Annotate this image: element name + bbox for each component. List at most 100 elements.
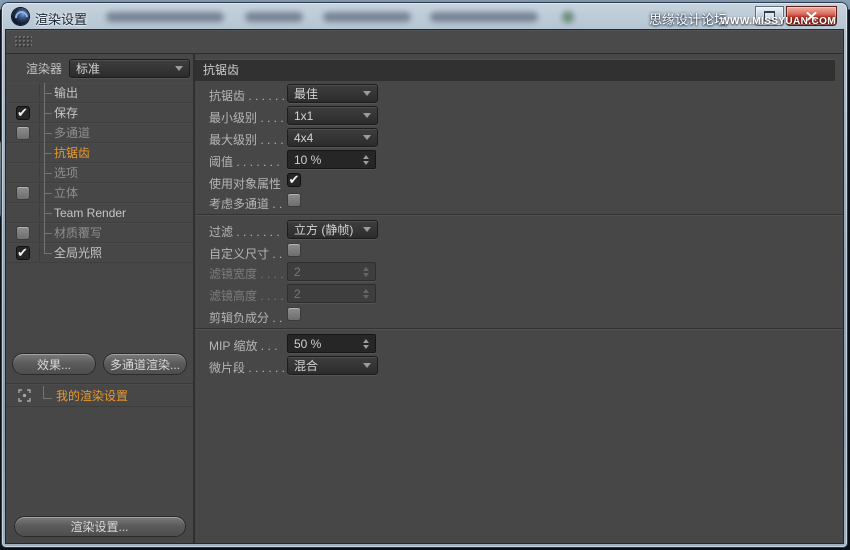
spinner-arrows-icon[interactable] [363, 154, 369, 165]
dock-toolstrip [6, 30, 843, 54]
filter-height-value: 2 [294, 286, 301, 301]
spinner-arrows-icon [363, 266, 369, 277]
tree-branch-connector [44, 233, 52, 234]
background-blur-smudge [245, 12, 303, 22]
custom-size-checkbox[interactable] [287, 243, 301, 257]
clip-negative-checkbox[interactable] [287, 307, 301, 321]
sidebar-item-save[interactable]: ✔ 保存 [6, 103, 193, 123]
spinner-arrows-icon[interactable] [363, 338, 369, 349]
min-level-value: 1x1 [294, 108, 314, 123]
tree-branch-connector [44, 213, 52, 214]
micro-fragments-value: 混合 [294, 359, 319, 373]
setting-label: MIP 缩放 . . . [209, 339, 278, 353]
mip-scale-spinner[interactable]: 50 % [287, 334, 376, 353]
min-level-dropdown[interactable]: 1x1 [287, 106, 378, 125]
setting-label: 滤镜高度 . . . . [209, 289, 284, 303]
setting-label: 考虑多通道 . . [209, 197, 283, 211]
group-header: 抗锯齿 [195, 59, 835, 81]
background-blur-smudge [430, 12, 538, 22]
checkbox-gutter [6, 183, 40, 202]
spinner-down-icon [363, 160, 369, 165]
sidebar-item-stereoscopic[interactable]: 立体 [6, 183, 193, 203]
max-level-dropdown[interactable]: 4x4 [287, 128, 378, 147]
sidebar-item-label: 全局光照 [54, 246, 103, 260]
setting-label: 自定义尺寸 . . [209, 247, 283, 261]
sidebar: 渲染器 标准 输出 ✔ 保存多通道 抗锯齿选项立体 Team Render 材质覆写 ✔ 全局… [6, 54, 195, 543]
checkbox-gutter [6, 223, 40, 242]
chevron-down-icon [363, 135, 371, 140]
filter-dropdown[interactable]: 立方 (静帧) [287, 220, 378, 239]
checkbox-gutter: ✔ [6, 103, 40, 122]
setting-label: 最大级别 . . . . [209, 133, 284, 147]
setting-row-clip-negative: 剪辑负成分 . . [195, 305, 843, 325]
chevron-down-icon [363, 363, 371, 368]
micro-fragments-dropdown[interactable]: 混合 [287, 356, 378, 375]
render-state-icon[interactable] [18, 388, 31, 402]
spinner-up-icon [363, 154, 369, 159]
sidebar-item-team-render[interactable]: Team Render [6, 203, 193, 223]
sidebar-item-output[interactable]: 输出 [6, 83, 193, 103]
sidebar-item-label: 选项 [54, 166, 79, 180]
setting-row-custom-size: 自定义尺寸 . . [195, 241, 843, 261]
preset-label: 我的渲染设置 [56, 388, 129, 403]
renderer-label: 渲染器 [26, 62, 63, 76]
consider-multi-pass-checkbox[interactable] [287, 193, 301, 207]
chevron-down-icon [363, 91, 371, 96]
sidebar-item-multi-pass[interactable]: 多通道 [6, 123, 193, 143]
preset-item-my-render-settings[interactable]: 我的渲染设置 [6, 384, 193, 407]
dialog-content: 渲染器 标准 输出 ✔ 保存 多通道 抗锯齿 选项 立体 Team Render 材质覆写 ✔ 全局… [6, 30, 843, 543]
material-override-checkbox[interactable] [15, 225, 30, 240]
use-object-properties-checkbox[interactable]: ✔ [287, 173, 301, 187]
setting-label: 滤镜宽度 . . . . [209, 267, 284, 281]
global-illumination-checkbox[interactable]: ✔ [15, 245, 30, 260]
checkbox-gutter: ✔ [6, 243, 40, 262]
category-tree: 输出 ✔ 保存多通道 抗锯齿选项立体 Team Render 材质覆写 ✔ 全局光照 [6, 83, 193, 263]
multi-pass-checkbox[interactable] [15, 125, 30, 140]
chevron-down-icon [175, 66, 184, 71]
sidebar-item-global-illumination[interactable]: ✔ 全局光照 [6, 243, 193, 263]
setting-row-threshold: 阈值 . . . . . . . 10 % [195, 149, 843, 171]
setting-label: 微片段 . . . . . . [209, 361, 286, 375]
save-checkbox[interactable]: ✔ [15, 105, 30, 120]
sidebar-item-material-override[interactable]: 材质覆写 [6, 223, 193, 243]
anti-aliasing-mode-dropdown[interactable]: 最佳 [287, 84, 378, 103]
setting-label: 抗锯齿 . . . . . . [209, 89, 286, 103]
drag-grip-icon[interactable] [15, 35, 32, 48]
render-settings-window: 渲染设置 思缘设计论坛 WWW.MISSYUAN.COM 渲染器 标准 输出 ✔… [2, 3, 847, 547]
threshold-spinner[interactable]: 10 % [287, 150, 376, 169]
sidebar-item-label: Team Render [54, 205, 127, 220]
stereoscopic-checkbox[interactable] [15, 185, 30, 200]
sidebar-item-label: 输出 [54, 86, 79, 100]
render-settings-menu-button[interactable]: 渲染设置... [13, 515, 186, 537]
sidebar-item-label: 保存 [54, 106, 79, 120]
cinema4d-icon [12, 8, 29, 25]
filter-height-spinner: 2 [287, 284, 376, 303]
chevron-down-icon [363, 227, 371, 232]
settings-panel: 抗锯齿 抗锯齿 . . . . . . 最佳 最小级别 . . . . 1x1 最大级别… [195, 54, 843, 543]
tree-branch-connector [44, 93, 52, 94]
spinner-up-icon [363, 288, 369, 293]
sidebar-item-anti-aliasing[interactable]: 抗锯齿 [6, 143, 193, 163]
sidebar-item-options[interactable]: 选项 [6, 163, 193, 183]
setting-label: 剪辑负成分 . . [209, 311, 283, 325]
setting-row-use-object-properties: 使用对象属性 ✔ [195, 171, 843, 191]
multipass-render-button[interactable]: 多通道渲染... [103, 353, 187, 375]
background-blur-dot [562, 11, 574, 23]
checkbox-gutter [6, 163, 40, 182]
sidebar-item-label: 立体 [54, 186, 79, 200]
setting-label: 最小级别 . . . . [209, 111, 284, 125]
renderer-dropdown[interactable]: 标准 [69, 59, 191, 78]
titlebar[interactable]: 渲染设置 思缘设计论坛 WWW.MISSYUAN.COM [2, 3, 847, 30]
effects-button[interactable]: 效果... [12, 353, 96, 375]
background-blur-smudge [106, 12, 224, 22]
tree-branch-connector [44, 173, 52, 174]
setting-label: 阈值 . . . . . . . [209, 155, 280, 169]
group-divider [195, 325, 843, 333]
tree-branch-connector [44, 253, 52, 254]
setting-row-anti-aliasing-mode: 抗锯齿 . . . . . . 最佳 [195, 83, 843, 105]
window-title: 渲染设置 [35, 12, 88, 27]
setting-row-min-level: 最小级别 . . . . 1x1 [195, 105, 843, 127]
spinner-arrows-icon [363, 288, 369, 299]
setting-row-filter-width: 滤镜宽度 . . . . 2 [195, 261, 843, 283]
watermark-url: WWW.MISSYUAN.COM [720, 16, 836, 27]
